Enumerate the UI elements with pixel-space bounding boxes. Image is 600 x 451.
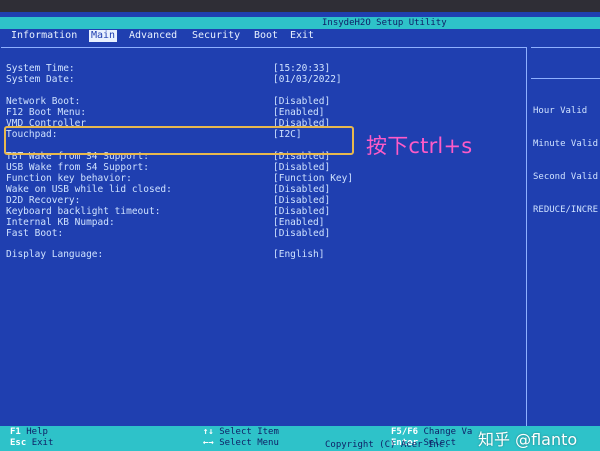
change-value-label: Change Va xyxy=(423,427,473,437)
help-panel: Hour Valid Minute Valid Second Valid RED… xyxy=(531,47,600,426)
setting-label: F12 Boot Menu: xyxy=(6,107,87,118)
tab-main[interactable]: Main xyxy=(89,30,118,42)
tab-boot[interactable]: Boot xyxy=(252,30,280,42)
setting-value[interactable]: [Disabled] xyxy=(273,228,330,239)
setting-label: Wake on USB while lid closed: xyxy=(6,184,172,195)
setting-value[interactable]: [Disabled] xyxy=(273,195,330,206)
tab-information[interactable]: Information xyxy=(9,30,79,42)
f5f6-key: F5/F6 xyxy=(391,427,419,437)
help-line: Second Valid xyxy=(533,172,599,182)
setting-label: System Time: xyxy=(6,63,75,74)
annotation-text: 按下ctrl+s xyxy=(366,134,473,158)
setting-label: Network Boot: xyxy=(6,96,81,107)
help-line: Minute Valid xyxy=(533,139,599,149)
footer-esc: Esc Exit xyxy=(10,438,53,449)
esc-label: Exit xyxy=(31,438,54,448)
help-divider xyxy=(531,78,600,79)
setting-value[interactable]: [Disabled] xyxy=(273,96,330,107)
left-right-arrow-icon: ←→ xyxy=(203,438,214,448)
footer-select-menu: ←→ Select Menu xyxy=(203,438,279,449)
highlight-box xyxy=(4,126,354,155)
setting-label: Internal KB Numpad: xyxy=(6,217,115,228)
setting-value[interactable]: [English] xyxy=(273,249,324,260)
setting-label: Display Language: xyxy=(6,249,104,260)
app-title: InsydeH2O Setup Utility xyxy=(322,18,447,28)
help-text: Hour Valid Minute Valid Second Valid RED… xyxy=(533,84,598,238)
footer-change-value: F5/F6 Change Va xyxy=(391,427,472,438)
f1-key: F1 xyxy=(10,427,21,437)
watermark-text: 知乎 @flanto xyxy=(478,430,578,449)
help-line: REDUCE/INCRE xyxy=(533,205,599,215)
tab-advanced[interactable]: Advanced xyxy=(127,30,179,42)
title-bar: InsydeH2O Setup Utility xyxy=(0,17,600,29)
setting-label: Fast Boot: xyxy=(6,228,64,239)
tab-exit[interactable]: Exit xyxy=(288,30,316,42)
select-menu-label: Select Menu xyxy=(219,438,279,448)
setting-label: D2D Recovery: xyxy=(6,195,81,206)
setting-label: Function key behavior: xyxy=(6,173,132,184)
tab-security[interactable]: Security xyxy=(190,30,242,42)
setting-label: USB Wake from S4 Support: xyxy=(6,162,149,173)
setting-value[interactable]: [Disabled] xyxy=(273,206,330,217)
setting-value[interactable]: [Enabled] xyxy=(273,217,324,228)
help-line: Hour Valid xyxy=(533,106,588,116)
esc-key: Esc xyxy=(10,438,27,448)
up-down-arrow-icon: ↑↓ xyxy=(203,427,214,437)
setting-value[interactable]: [15:20:33] xyxy=(273,63,330,74)
setting-value[interactable]: [Function Key] xyxy=(273,173,353,184)
setting-value[interactable]: [Enabled] xyxy=(273,107,324,118)
copyright-text: Copyright (C) Acer Inc. xyxy=(325,440,450,450)
setting-value[interactable]: [Disabled] xyxy=(273,184,330,195)
bios-screen: InsydeH2O Setup Utility Information Main… xyxy=(0,12,600,451)
footer-select-item: ↑↓ Select Item xyxy=(203,427,279,438)
select-item-label: Select Item xyxy=(219,427,279,437)
menu-bar: Information Main Advanced Security Boot … xyxy=(0,30,600,42)
setting-value[interactable]: [Disabled] xyxy=(273,162,330,173)
setting-label: System Date: xyxy=(6,74,75,85)
setting-value[interactable]: [01/03/2022] xyxy=(273,74,342,85)
f1-label: Help xyxy=(26,427,48,437)
footer-f1: F1 Help xyxy=(10,427,48,438)
setting-label: Keyboard backlight timeout: xyxy=(6,206,161,217)
